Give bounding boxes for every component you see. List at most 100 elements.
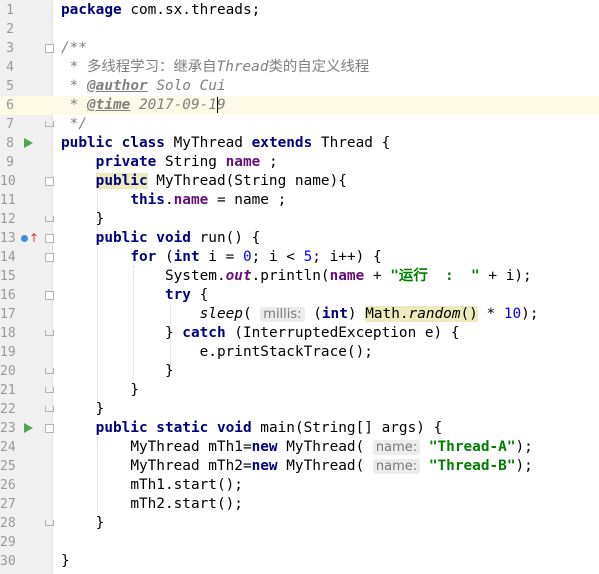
code-editor[interactable]: 1 package com.sx.threads; 2 3 /** 4 * 多线… (0, 0, 599, 574)
brace: } (61, 553, 70, 569)
fold-end-icon[interactable] (45, 330, 54, 336)
code-line[interactable]: 28 } (0, 514, 599, 533)
code-line[interactable]: 18 } catch (InterruptedException e) { (0, 324, 599, 343)
code-text: ( (304, 306, 322, 322)
code-text: .println( (251, 268, 330, 284)
keyword: static (147, 420, 209, 436)
code-line[interactable]: 27 mTh2.start(); (0, 495, 599, 514)
fold-end-icon[interactable] (45, 368, 54, 374)
code-line[interactable]: 7 */ (0, 115, 599, 134)
code-line[interactable]: 20 } (0, 362, 599, 381)
code-line[interactable]: 9 private String name ; (0, 153, 599, 172)
fold-end-icon[interactable] (45, 520, 54, 526)
code-text: String (156, 154, 226, 170)
line-number: 10 (0, 174, 16, 189)
code-line[interactable]: 29 (0, 533, 599, 552)
code-line[interactable]: 16 try { (0, 286, 599, 305)
fold-toggle-icon[interactable] (45, 234, 54, 243)
code-text: ); (515, 439, 533, 455)
run-class-icon[interactable] (24, 138, 33, 148)
code-line[interactable]: 23 public static void main(String[] args… (0, 419, 599, 438)
code-text: MyThread( (277, 439, 373, 455)
line-number: 16 (0, 288, 16, 303)
keyword: class (112, 135, 165, 151)
up-arrow-icon[interactable]: ↑ (29, 232, 39, 244)
keyword: public (95, 420, 148, 436)
code-line[interactable]: 26 mTh1.start(); (0, 476, 599, 495)
line-number: 2 (6, 22, 14, 37)
fold-toggle-icon[interactable] (45, 44, 54, 53)
line-number: 5 (6, 79, 14, 94)
line-number: 15 (0, 269, 16, 284)
code-text: e.printStackTrace(); (199, 344, 373, 360)
code-line[interactable]: 15 System.out.println(name + "运行 : " + i… (0, 267, 599, 286)
fold-end-icon[interactable] (45, 406, 54, 412)
code-line[interactable]: 30 } (0, 552, 599, 571)
javadoc-tag: @time (87, 97, 131, 113)
number-literal: 5 (303, 249, 313, 265)
line-number: 11 (0, 193, 16, 208)
number-literal: 10 (503, 306, 522, 322)
javadoc-tag: @author (87, 78, 148, 94)
code-line[interactable]: 25 MyThread mTh2=new MyThread( name: "Th… (0, 457, 599, 476)
fold-toggle-icon[interactable] (45, 424, 54, 433)
code-line[interactable]: 4 * 多线程学习：继承自Thread类的自定义线程 (0, 58, 599, 77)
code-line[interactable]: 5 * @author Solo Cui (0, 77, 599, 96)
code-line[interactable]: 3 /** (0, 39, 599, 58)
keyword: int (321, 306, 348, 322)
override-icon[interactable] (21, 235, 28, 242)
method-call: random (408, 306, 461, 322)
package-name: com.sx.threads; (121, 2, 261, 18)
line-number: 19 (0, 345, 16, 360)
parameter-hint: name: (372, 440, 421, 455)
code-line[interactable]: 1 package com.sx.threads; (0, 1, 599, 20)
code-text: MyThread mTh1= (130, 439, 252, 455)
code-text: . (164, 192, 174, 208)
line-number: 6 (6, 98, 14, 113)
field-name: name (225, 154, 261, 170)
code-text: ( (156, 249, 174, 265)
code-text: MyThread( (277, 458, 373, 474)
class-name: MyThread (164, 135, 243, 151)
line-number: 30 (0, 554, 16, 569)
fold-toggle-icon[interactable] (45, 253, 54, 262)
code-line[interactable]: 22 } (0, 400, 599, 419)
comment-text: Thread (216, 59, 269, 75)
fold-end-icon[interactable] (45, 387, 54, 393)
code-line[interactable]: 24 MyThread mTh1=new MyThread( name: "Th… (0, 438, 599, 457)
code-line[interactable]: 13 public void run() { (0, 229, 599, 248)
code-text: (InterruptedException e) { (225, 325, 460, 341)
code-text: run() { (190, 230, 261, 246)
keyword: void (208, 420, 252, 436)
code-text: () (460, 306, 478, 322)
code-line[interactable]: 11 this.name = name ; (0, 191, 599, 210)
brace: } (164, 363, 174, 379)
brace: } (130, 382, 139, 398)
code-text: { (190, 287, 209, 303)
code-line[interactable]: 19 e.printStackTrace(); (0, 343, 599, 362)
code-line[interactable]: 2 (0, 20, 599, 39)
keyword: private (95, 154, 157, 170)
code-line[interactable]: 12 } (0, 210, 599, 229)
brace: } (95, 401, 105, 417)
field-name: name (329, 268, 365, 284)
line-number: 4 (6, 60, 14, 75)
parameter-hint: millis: (260, 307, 305, 322)
fold-toggle-icon[interactable] (45, 291, 54, 300)
run-main-icon[interactable] (24, 423, 33, 433)
fold-end-icon[interactable] (45, 121, 54, 127)
code-line[interactable]: 17 sleep( millis: (int) Math.random() * … (0, 305, 599, 324)
code-line[interactable]: 21 } (0, 381, 599, 400)
fold-end-icon[interactable] (45, 216, 54, 222)
fold-toggle-icon[interactable] (45, 177, 54, 186)
line-number: 1 (6, 3, 14, 18)
keyword: public (95, 230, 148, 246)
code-text: + i); (479, 268, 532, 284)
code-line[interactable]: 10 public MyThread(String name){ (0, 172, 599, 191)
code-line[interactable]: 14 for (int i = 0; i < 5; i++) { (0, 248, 599, 267)
current-line[interactable]: 6 * @time 2017-09-19 (0, 96, 599, 115)
doc-comment-close: */ (61, 116, 87, 132)
comment-text: 类的自定义线程 (268, 59, 370, 75)
code-line[interactable]: 8 public class MyThread extends Thread { (0, 134, 599, 153)
